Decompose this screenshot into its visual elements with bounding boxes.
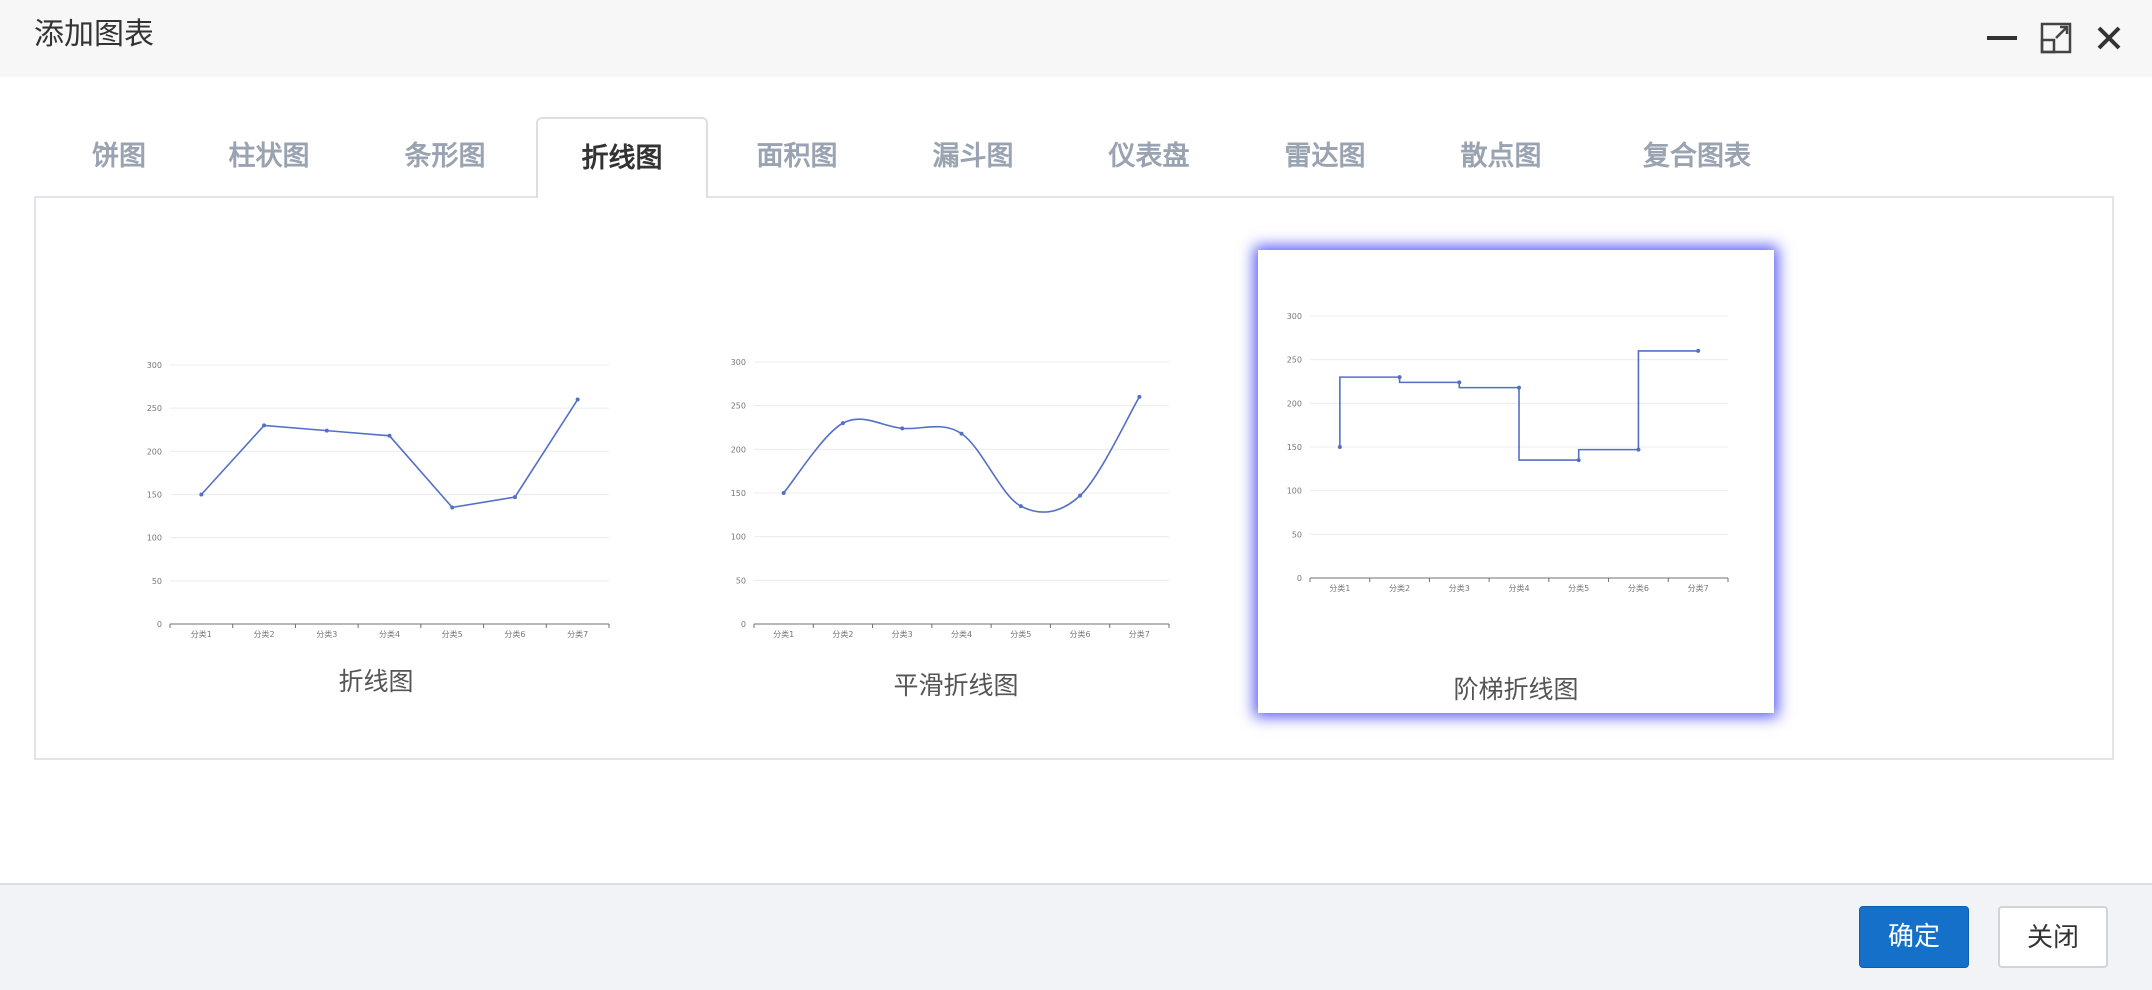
y-tick-label: 250 <box>147 404 162 413</box>
x-tick-label: 分类6 <box>1070 629 1091 639</box>
tab-bar[interactable]: 条形图 <box>370 117 520 196</box>
close-icon[interactable] <box>2089 18 2129 58</box>
y-tick-label: 150 <box>731 489 746 498</box>
y-tick-label: 0 <box>741 620 746 629</box>
data-point <box>1397 375 1402 380</box>
x-tick-label: 分类4 <box>1508 583 1529 593</box>
data-point <box>387 433 392 438</box>
data-point <box>1636 447 1641 452</box>
y-tick-label: 300 <box>731 358 746 367</box>
x-tick-label: 分类7 <box>567 629 588 639</box>
data-point <box>840 421 845 426</box>
y-tick-label: 100 <box>731 533 746 542</box>
x-tick-label: 分类4 <box>379 629 400 639</box>
y-tick-label: 50 <box>736 576 746 585</box>
data-point <box>262 423 267 428</box>
chart-option-step-line[interactable]: 0 50 100 150 200 250 300 分类1 分类2 分类3 分类4 分类5 分类6 分类7 … <box>1258 250 1774 713</box>
data-point <box>781 491 786 495</box>
smooth-line-chart-thumbnail: 0 50 100 150 200 250 300 分类1 分类2 分类3 分类4 分类5 分类6 分类7 <box>731 358 1170 639</box>
data-point <box>1018 504 1023 509</box>
tab-combo[interactable]: 复合图表 <box>1602 117 1792 196</box>
y-tick-label: 300 <box>1287 312 1302 321</box>
x-tick-label: 分类7 <box>1688 583 1709 593</box>
chart-option-label: 平滑折线图 <box>893 671 1019 700</box>
x-tick-label: 分类7 <box>1129 629 1150 639</box>
chart-option-label: 阶梯折线图 <box>1453 675 1579 704</box>
dialog-titlebar: 添加图表 <box>0 0 2152 77</box>
data-point <box>512 495 517 500</box>
x-tick-label: 分类2 <box>832 629 853 639</box>
line-chart-thumbnail: 0 50 100 150 200 250 300 分类1 分类2 分类3 分类4 分类5 分类6 分类7 <box>147 361 610 639</box>
data-point <box>900 426 905 431</box>
y-tick-label: 250 <box>1287 356 1302 365</box>
chart-options-panel: 0 50 100 150 200 250 300 分类1 分类2 分类3 分类4 分类5 分类6 分类7 … <box>34 196 2114 760</box>
x-tick-label: 分类6 <box>1628 583 1649 593</box>
x-tick-label: 分类3 <box>892 629 913 639</box>
data-point <box>324 428 329 433</box>
tab-column[interactable]: 柱状图 <box>194 117 344 196</box>
x-tick-label: 分类5 <box>442 629 463 639</box>
tab-area[interactable]: 面积图 <box>722 117 872 196</box>
y-tick-label: 300 <box>147 361 162 370</box>
chart-type-tabs: 饼图 柱状图 条形图 折线图 面积图 漏斗图 仪表盘 雷达图 散点图 复合图表 <box>34 117 2114 198</box>
series-line <box>1339 350 1699 461</box>
chart-option-line[interactable]: 0 50 100 150 200 250 300 分类1 分类2 分类3 分类4 分类5 分类6 分类7 … <box>116 238 636 708</box>
confirm-button[interactable]: 确定 <box>1859 906 1969 968</box>
y-tick-label: 50 <box>152 577 162 586</box>
x-tick-label: 分类2 <box>254 629 275 639</box>
tab-scatter[interactable]: 散点图 <box>1426 117 1576 196</box>
data-point <box>199 492 204 497</box>
minimize-icon[interactable] <box>1982 18 2022 58</box>
x-tick-label: 分类6 <box>504 629 525 639</box>
data-point <box>450 505 455 510</box>
data-point <box>1337 445 1342 449</box>
y-tick-label: 0 <box>1297 574 1302 583</box>
x-tick-label: 分类4 <box>951 629 972 639</box>
dialog-title: 添加图表 <box>34 17 154 52</box>
x-tick-label: 分类2 <box>1389 583 1410 593</box>
y-tick-label: 100 <box>1287 487 1302 496</box>
x-tick-label: 分类3 <box>1449 583 1470 593</box>
data-point <box>1517 385 1521 390</box>
step-line-chart-thumbnail: 0 50 100 150 200 250 300 分类1 分类2 分类3 分类4 分类5 分类6 分类7 <box>1287 312 1729 593</box>
y-tick-label: 100 <box>147 534 162 543</box>
series-line <box>783 396 1141 513</box>
tab-funnel[interactable]: 漏斗图 <box>898 117 1048 196</box>
series-line <box>200 399 579 509</box>
data-point <box>1078 493 1083 498</box>
y-tick-label: 50 <box>1292 530 1302 539</box>
tab-radar[interactable]: 雷达图 <box>1250 117 1400 196</box>
x-tick-label: 分类5 <box>1568 583 1589 593</box>
data-point <box>1696 348 1701 353</box>
data-point <box>575 397 580 402</box>
chart-option-label: 折线图 <box>338 667 414 696</box>
y-tick-label: 150 <box>1287 443 1302 452</box>
maximize-icon[interactable] <box>2036 18 2076 58</box>
x-tick-label: 分类1 <box>191 629 212 639</box>
data-point <box>959 431 964 436</box>
chart-option-smooth-line[interactable]: 0 50 100 150 200 250 300 分类1 分类2 分类3 分类4 分类5 分类6 分类7 … <box>691 238 1221 708</box>
y-tick-label: 0 <box>157 620 162 629</box>
x-tick-label: 分类5 <box>1010 629 1031 639</box>
data-point <box>1137 394 1142 399</box>
y-tick-label: 200 <box>731 445 746 454</box>
tab-gauge[interactable]: 仪表盘 <box>1074 117 1224 196</box>
y-tick-label: 200 <box>1287 399 1302 408</box>
data-point <box>1457 380 1462 385</box>
dialog-footer: 确定 关闭 <box>0 883 2152 990</box>
y-tick-label: 250 <box>731 402 746 411</box>
x-tick-label: 分类1 <box>773 629 794 639</box>
y-tick-label: 150 <box>147 491 162 500</box>
x-tick-label: 分类1 <box>1329 583 1350 593</box>
y-tick-label: 200 <box>147 447 162 456</box>
data-point <box>1576 458 1581 463</box>
x-tick-label: 分类3 <box>316 629 337 639</box>
tab-pie[interactable]: 饼图 <box>64 117 174 196</box>
close-button[interactable]: 关闭 <box>1998 906 2108 968</box>
tab-line[interactable]: 折线图 <box>536 117 708 198</box>
